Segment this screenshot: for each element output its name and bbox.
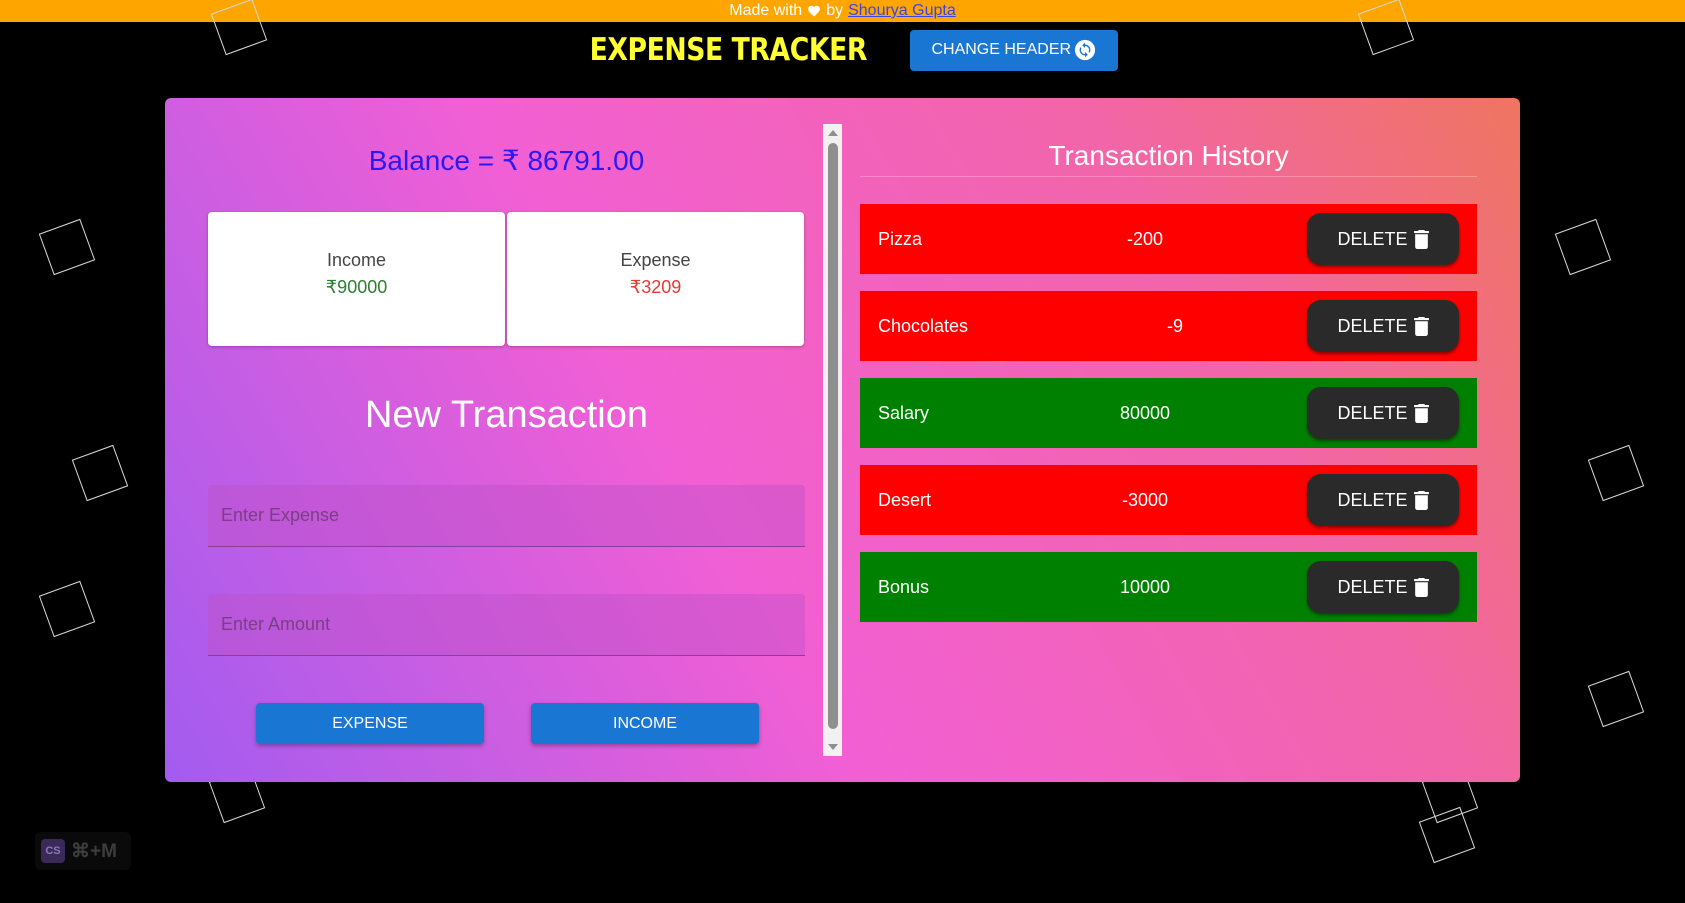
transaction-row: Chocolates -9 DELETE: [860, 291, 1477, 361]
transaction-name: Salary: [878, 403, 930, 423]
trash-icon: [1413, 577, 1429, 597]
delete-label: DELETE: [1337, 228, 1408, 249]
decorative-square: [1554, 218, 1612, 276]
transaction-amount: 10000: [1119, 577, 1171, 597]
transaction-row: Bonus 10000 DELETE: [860, 552, 1477, 622]
balance-display: Balance = ₹ 86791.00: [368, 145, 645, 176]
delete-label: DELETE: [1337, 315, 1408, 336]
transaction-list: Pizza -200 DELETE Chocolates -9 DELETE S…: [860, 204, 1477, 639]
transaction-amount: -9: [1166, 316, 1183, 336]
transaction-amount: -200: [1126, 229, 1164, 249]
add-expense-button[interactable]: EXPENSE: [256, 703, 484, 744]
app-header: EXPENSE TRACKER CHANGE HEADER: [0, 29, 1685, 71]
trash-icon: [1413, 316, 1429, 336]
transaction-name: Chocolates: [878, 316, 969, 336]
new-transaction-heading: New Transaction: [364, 394, 648, 436]
change-header-button[interactable]: CHANGE HEADER: [909, 29, 1118, 71]
income-card: Income ₹90000: [208, 212, 505, 346]
transaction-row: Salary 80000 DELETE: [860, 378, 1477, 448]
refresh-icon: [1074, 39, 1096, 61]
transaction-row: Pizza -200 DELETE: [860, 204, 1477, 274]
history-divider: [860, 176, 1477, 177]
transaction-row: Desert -3000 DELETE: [860, 465, 1477, 535]
income-label: Income: [326, 250, 387, 270]
expense-value: ₹3209: [629, 277, 682, 297]
transaction-name: Bonus: [878, 577, 930, 597]
decorative-square: [38, 580, 96, 638]
add-income-button[interactable]: INCOME: [531, 703, 759, 744]
transaction-amount: 80000: [1119, 403, 1171, 423]
scroll-up-arrow[interactable]: [828, 130, 838, 136]
shortcut-keys: ⌘+M: [71, 840, 117, 862]
made-with-text: Made with: [729, 2, 803, 19]
scroll-down-arrow[interactable]: [828, 744, 838, 750]
delete-label: DELETE: [1337, 489, 1408, 510]
amount-input[interactable]: [208, 594, 805, 656]
delete-button[interactable]: DELETE: [1307, 300, 1459, 352]
expense-card: Expense ₹3209: [507, 212, 804, 346]
decorative-square: [38, 218, 96, 276]
delete-label: DELETE: [1337, 576, 1408, 597]
income-value: ₹90000: [325, 277, 388, 297]
trash-icon: [1413, 490, 1429, 510]
by-text: by: [826, 2, 844, 19]
shortcut-badge[interactable]: CS ⌘+M: [35, 832, 131, 870]
expense-label: Expense: [620, 250, 691, 270]
app-title: EXPENSE TRACKER: [589, 32, 868, 68]
decorative-square: [1587, 444, 1645, 502]
delete-button[interactable]: DELETE: [1307, 387, 1459, 439]
delete-button[interactable]: DELETE: [1307, 474, 1459, 526]
decorative-square: [71, 444, 129, 502]
extension-logo: CS: [41, 839, 65, 863]
heart-icon: [808, 5, 821, 17]
author-link[interactable]: Shourya Gupta: [848, 2, 956, 20]
transaction-amount: -3000: [1121, 490, 1169, 510]
transaction-history-title: Transaction History: [1048, 140, 1289, 171]
decorative-square: [1418, 806, 1476, 864]
delete-button[interactable]: DELETE: [1307, 213, 1459, 265]
transaction-name: Desert: [878, 490, 932, 510]
change-header-label: CHANGE HEADER: [931, 41, 1072, 58]
delete-button[interactable]: DELETE: [1307, 561, 1459, 613]
trash-icon: [1413, 229, 1429, 249]
delete-label: DELETE: [1337, 402, 1408, 423]
scrollbar[interactable]: [823, 124, 842, 756]
decorative-square: [1587, 670, 1645, 728]
expense-tracker-card: Balance = ₹ 86791.00 Income ₹90000 Expen…: [165, 98, 1520, 782]
scrollbar-thumb[interactable]: [828, 143, 838, 729]
transaction-name: Pizza: [878, 229, 923, 249]
expense-name-input[interactable]: [208, 485, 805, 547]
trash-icon: [1413, 403, 1429, 423]
